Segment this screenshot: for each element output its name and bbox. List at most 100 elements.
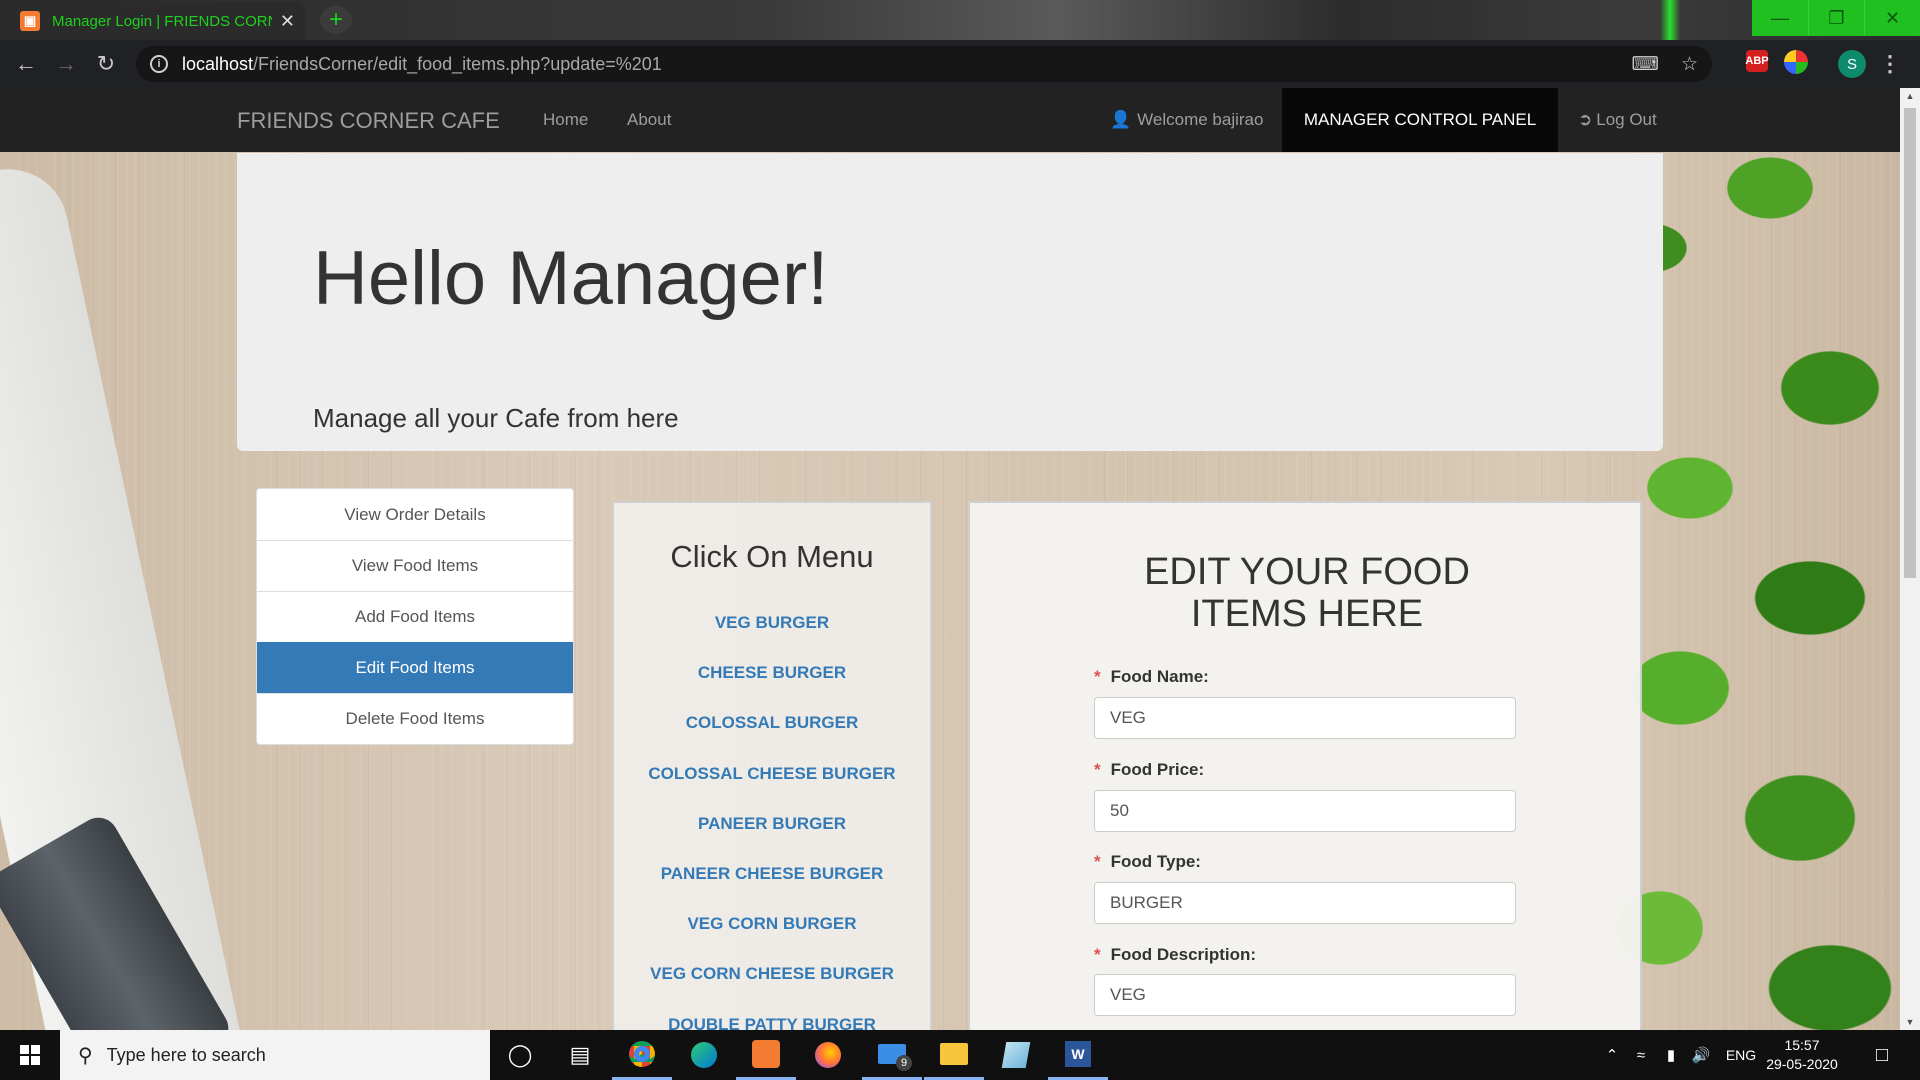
chrome-icon[interactable] — [612, 1030, 672, 1080]
reload-icon[interactable]: ↻ — [86, 44, 126, 84]
menu-item-link[interactable]: VEG CORN CHEESE BURGER — [614, 964, 930, 1014]
restore-icon[interactable]: ❐ — [1808, 0, 1864, 36]
file-explorer-icon[interactable] — [924, 1030, 984, 1080]
clock-time: 15:57 — [1784, 1037, 1820, 1053]
sidebar-item-edit-food[interactable]: Edit Food Items — [257, 642, 573, 693]
jumbotron: Hello Manager! Manage all your Cafe from… — [237, 153, 1663, 451]
food-price-label-text: Food Price: — [1110, 760, 1205, 779]
sidebar-item-add-food[interactable]: Add Food Items — [257, 591, 573, 642]
menu-item-link[interactable]: PANEER CHEESE BURGER — [614, 864, 930, 914]
required-marker: * — [1094, 852, 1101, 871]
scroll-down-icon[interactable]: ▼ — [1900, 1014, 1920, 1030]
food-name-label: * Food Name: — [1094, 667, 1209, 687]
notification-center-icon[interactable]: □ — [1852, 1030, 1912, 1080]
food-type-label-text: Food Type: — [1110, 852, 1201, 871]
battery-icon[interactable]: ▮ — [1656, 1046, 1686, 1064]
xampp-icon: ▣ — [20, 11, 40, 31]
firefox-icon[interactable] — [798, 1030, 858, 1080]
edit-food-form: EDIT YOUR FOOD ITEMS HERE * Food Name: * F… — [968, 501, 1642, 1030]
food-description-input[interactable] — [1094, 974, 1516, 1016]
minimize-icon[interactable]: — — [1752, 0, 1808, 36]
menu-item-link[interactable]: VEG CORN BURGER — [614, 914, 930, 964]
url-field[interactable]: i localhost/FriendsCorner/edit_food_item… — [136, 46, 1712, 82]
start-button[interactable] — [0, 1030, 60, 1080]
food-type-label: * Food Type: — [1094, 852, 1201, 872]
menu-panel: Click On Menu VEG BURGER CHEESE BURGER C… — [612, 501, 932, 1030]
tab-title: Manager Login | FRIENDS CORNER — [52, 12, 272, 30]
logout-text: Log Out — [1596, 110, 1657, 129]
task-view-icon[interactable]: ▤ — [550, 1030, 610, 1080]
menu-item-link[interactable]: VEG BURGER — [614, 613, 930, 663]
taskbar-search[interactable]: ⚲ Type here to search — [60, 1030, 490, 1080]
browser-menu-icon[interactable]: ⋮ — [1879, 50, 1901, 78]
new-tab-button[interactable]: + — [320, 6, 352, 34]
logout-link[interactable]: ➲ Log Out — [1578, 88, 1657, 152]
brand-link[interactable]: FRIENDS CORNER CAFE — [237, 108, 500, 134]
food-name-label-text: Food Name: — [1110, 667, 1209, 686]
url-host: localhost — [182, 53, 254, 74]
sidebar-item-delete-food[interactable]: Delete Food Items — [257, 693, 573, 744]
bookmark-star-icon[interactable]: ☆ — [1681, 53, 1698, 76]
required-marker: * — [1094, 667, 1101, 686]
form-title-line2: ITEMS HERE — [1190, 593, 1424, 635]
xampp-taskbar-icon[interactable] — [736, 1030, 796, 1080]
welcome-user[interactable]: 👤 Welcome bajirao — [1110, 88, 1263, 152]
menu-item-link[interactable]: PANEER BURGER — [614, 814, 930, 864]
clock-date: 29-05-2020 — [1766, 1056, 1838, 1072]
tab-strip-decoration — [1660, 0, 1680, 40]
url-path: /FriendsCorner/edit_food_items.php?updat… — [253, 53, 662, 74]
close-tab-icon[interactable]: ✕ — [280, 11, 295, 32]
adblock-extension-icon[interactable]: ABP — [1745, 50, 1769, 72]
extension-icon[interactable] — [1784, 50, 1808, 74]
mail-icon[interactable]: 9 — [862, 1030, 922, 1080]
word-icon[interactable]: W — [1048, 1030, 1108, 1080]
food-description-label-text: Food Description: — [1110, 945, 1257, 964]
nav-home-link[interactable]: Home — [543, 110, 588, 130]
scroll-up-icon[interactable]: ▲ — [1900, 88, 1920, 104]
nav-about-link[interactable]: About — [627, 110, 671, 130]
browser-tab[interactable]: ▣ Manager Login | FRIENDS CORNER ✕ — [10, 2, 305, 40]
form-title: EDIT YOUR FOOD ITEMS HERE — [970, 551, 1644, 635]
page-scrollbar[interactable]: ▲ ▼ — [1900, 88, 1920, 1030]
close-window-icon[interactable]: ✕ — [1864, 0, 1920, 36]
translate-icon[interactable]: ⌨ — [1632, 53, 1659, 76]
mail-badge: 9 — [896, 1055, 912, 1071]
windows-taskbar: ⚲ Type here to search ◯ ▤ 9 W ⌃ ≈ ▮ 🔊 EN… — [0, 1030, 1920, 1080]
search-icon: ⚲ — [78, 1044, 93, 1067]
site-navbar: FRIENDS CORNER CAFE Home About 👤 Welcome… — [0, 88, 1900, 152]
food-price-input[interactable] — [1094, 790, 1516, 832]
manager-control-panel-link[interactable]: MANAGER CONTROL PANEL — [1282, 88, 1558, 152]
back-arrow-icon[interactable]: ← — [6, 44, 46, 84]
cortana-icon[interactable]: ◯ — [490, 1030, 550, 1080]
food-type-input[interactable] — [1094, 882, 1516, 924]
scroll-thumb[interactable] — [1904, 108, 1916, 578]
menu-item-link[interactable]: COLOSSAL CHEESE BURGER — [614, 764, 930, 814]
menu-panel-title: Click On Menu — [670, 539, 874, 574]
profile-avatar[interactable]: S — [1838, 50, 1866, 78]
food-name-input[interactable] — [1094, 697, 1516, 739]
notepad-icon[interactable] — [986, 1030, 1046, 1080]
page-title: Hello Manager! — [313, 236, 829, 321]
logout-icon: ➲ — [1578, 110, 1593, 129]
edge-icon[interactable] — [674, 1030, 734, 1080]
page-subtitle: Manage all your Cafe from here — [313, 403, 679, 433]
tray-overflow-icon[interactable]: ⌃ — [1598, 1046, 1626, 1064]
window-controls: — ❐ ✕ — [1752, 0, 1920, 36]
taskbar-clock[interactable]: 15:57 29-05-2020 — [1762, 1036, 1842, 1074]
language-indicator[interactable]: ENG — [1716, 1047, 1766, 1063]
food-description-label: * Food Description: — [1094, 945, 1256, 965]
menu-item-link[interactable]: CHEESE BURGER — [614, 663, 930, 713]
forward-arrow-icon[interactable]: → — [46, 44, 86, 84]
site-info-icon[interactable]: i — [150, 55, 168, 73]
sidebar-item-view-orders[interactable]: View Order Details — [257, 489, 573, 540]
browser-tab-strip: ▣ Manager Login | FRIENDS CORNER ✕ + — ❐… — [0, 0, 1920, 40]
network-icon[interactable]: ≈ — [1626, 1047, 1656, 1064]
menu-list: VEG BURGER CHEESE BURGER COLOSSAL BURGER… — [614, 613, 930, 1030]
menu-item-link[interactable]: COLOSSAL BURGER — [614, 713, 930, 763]
taskbar-search-placeholder: Type here to search — [106, 1044, 266, 1065]
sidebar-item-view-food[interactable]: View Food Items — [257, 540, 573, 591]
page-viewport: FRIENDS CORNER CAFE Home About 👤 Welcome… — [0, 88, 1920, 1030]
menu-item-link[interactable]: DOUBLE PATTY BURGER — [614, 1015, 930, 1031]
volume-icon[interactable]: 🔊 — [1686, 1046, 1716, 1064]
manager-sidebar: View Order Details View Food Items Add F… — [256, 488, 574, 745]
